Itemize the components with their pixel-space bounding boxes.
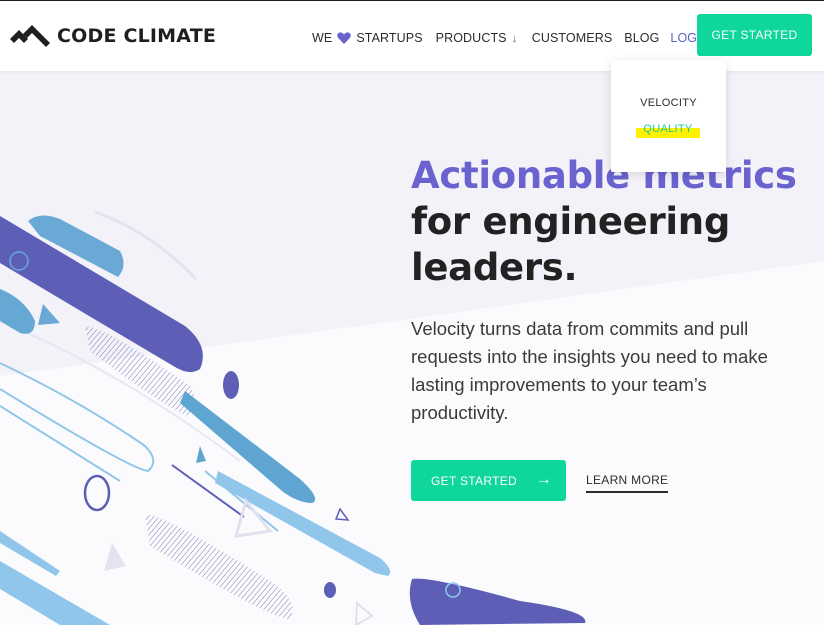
nav-we-label: WE <box>312 31 333 45</box>
header-get-started-button[interactable]: GET STARTED <box>697 14 812 56</box>
hero-get-started-label: GET STARTED <box>431 474 517 488</box>
login-dropdown-menu: VELOCITY QUALITY <box>611 60 726 172</box>
hero-title-line3: leaders. <box>411 246 578 289</box>
dropdown-item-quality[interactable]: QUALITY <box>636 122 700 140</box>
nav-customers[interactable]: CUSTOMERS <box>532 31 613 45</box>
nav-blog[interactable]: BLOG <box>624 31 659 45</box>
nav-products-label: PRODUCTS <box>435 31 507 45</box>
logo-text: CODE CLIMATE <box>57 25 217 47</box>
logo[interactable]: CODE CLIMATE <box>10 25 216 47</box>
code-climate-logo-icon <box>10 25 50 47</box>
nav-we-love-startups[interactable]: WE STARTUPS <box>312 31 423 45</box>
learn-more-link[interactable]: LEARN MORE <box>586 473 669 493</box>
hero-description: Velocity turns data from commits and pul… <box>411 318 768 423</box>
hero-title-accent: Actionable metrics <box>411 154 797 197</box>
nav-products[interactable]: PRODUCTS ↓ <box>436 31 518 45</box>
nav-startups-label: STARTUPS <box>356 31 423 45</box>
chevron-down-icon: ↓ <box>511 31 518 45</box>
dropdown-item-velocity[interactable]: VELOCITY <box>611 97 726 109</box>
hero-title-line2: for engineering <box>411 200 731 243</box>
hero-get-started-button[interactable]: GET STARTED → <box>411 460 566 501</box>
arrow-right-icon: → <box>535 471 552 488</box>
heart-icon <box>337 32 352 44</box>
main-nav: WE STARTUPS PRODUCTS ↓ CUSTOMERS BLOG LO… <box>312 31 721 45</box>
hero-title: Actionable metrics for engineering leade… <box>411 153 797 291</box>
